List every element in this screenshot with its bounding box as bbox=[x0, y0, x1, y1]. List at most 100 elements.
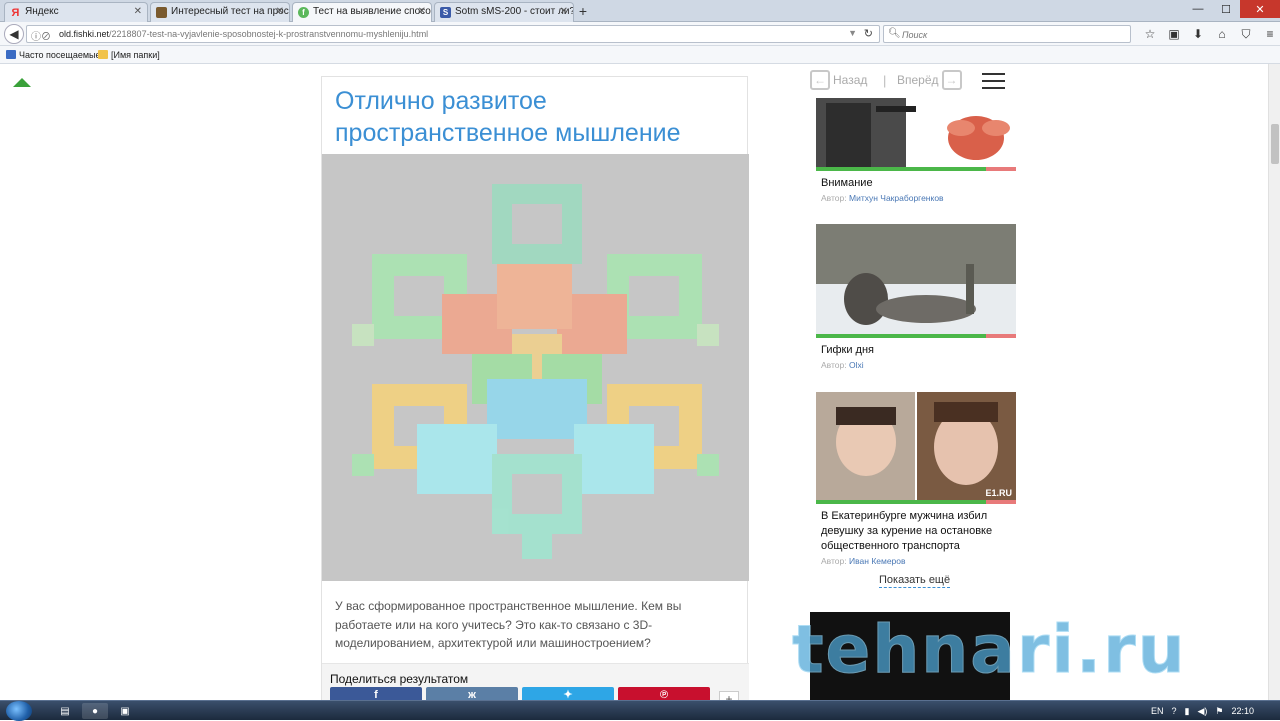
volume-icon[interactable]: ◀) bbox=[1197, 706, 1207, 717]
arrow-left-icon: ← bbox=[810, 70, 830, 90]
clock[interactable]: 22:10 bbox=[1231, 706, 1254, 716]
fishki-icon: f bbox=[298, 7, 309, 18]
share-vk-button[interactable]: ж bbox=[426, 687, 518, 700]
author-link[interactable]: Иван Кемеров bbox=[849, 556, 906, 566]
snowflake-cubes-illustration bbox=[352, 184, 719, 559]
close-icon[interactable]: ✕ bbox=[276, 3, 284, 21]
share-section: Поделиться результатом f ж ✦ ℗ + bbox=[322, 663, 749, 700]
info-icon[interactable]: ⓘ⊘ bbox=[31, 28, 51, 43]
bookmark-icon bbox=[6, 50, 16, 59]
star-icon[interactable]: ☆ bbox=[1138, 26, 1162, 42]
tab-sotm[interactable]: S Sotm sMS-200 - стоит ли? ✕ bbox=[434, 2, 574, 22]
close-window-icon[interactable]: ✕ bbox=[1240, 0, 1280, 18]
share-facebook-button[interactable]: f bbox=[330, 687, 422, 700]
show-more-link[interactable]: Показать ещё bbox=[879, 574, 951, 588]
bookmark-most-visited[interactable]: Часто посещаемые bbox=[6, 50, 101, 60]
photo-image bbox=[816, 224, 1016, 338]
author-link[interactable]: Olxi bbox=[849, 360, 864, 370]
navigation-bar: ◀ ⓘ⊘ old.fishki.net/2218807-test-na-vyja… bbox=[0, 22, 1280, 46]
author-prefix: Автор: bbox=[821, 556, 847, 566]
explorer-icon[interactable]: ▤ bbox=[52, 703, 78, 719]
firefox-icon[interactable]: ● bbox=[82, 703, 108, 719]
tab-test-interesting[interactable]: Интересный тест на прос... ✕ bbox=[150, 2, 290, 22]
scrollbar[interactable] bbox=[1268, 64, 1280, 700]
start-button[interactable] bbox=[6, 701, 32, 721]
next-label: Вперёд bbox=[897, 73, 939, 87]
close-icon[interactable]: ✕ bbox=[418, 3, 426, 21]
previous-article-button[interactable]: ← Назад bbox=[810, 70, 867, 90]
sidebar-item-news[interactable]: E1.RU В Екатеринбурге мужчина избил деву… bbox=[816, 392, 1016, 566]
item-title[interactable]: Внимание bbox=[816, 176, 1016, 191]
bookmark-label: [Имя папки] bbox=[111, 50, 160, 60]
arrow-right-icon: → bbox=[941, 70, 962, 90]
photo-image bbox=[816, 98, 1010, 171]
back-button[interactable]: ◀ bbox=[4, 24, 24, 44]
pocket-icon[interactable]: ⛉ bbox=[1234, 26, 1258, 42]
result-card: Отлично развитое пространственное мышлен… bbox=[321, 76, 749, 700]
search-icon: 🔍︎ bbox=[888, 28, 901, 39]
folder-icon bbox=[98, 50, 108, 59]
item-thumbnail bbox=[816, 224, 1016, 338]
window-controls: — ☐ ✕ bbox=[1184, 0, 1280, 18]
maximize-icon[interactable]: ☐ bbox=[1212, 0, 1240, 18]
share-title: Поделиться результатом bbox=[330, 672, 469, 686]
nav-separator: | bbox=[883, 73, 887, 88]
help-icon[interactable]: ? bbox=[1172, 706, 1177, 716]
tab-label: Тест на выявление спосо... bbox=[313, 6, 432, 17]
bookmark-folder[interactable]: [Имя папки] bbox=[98, 50, 160, 60]
tab-label: Интересный тест на прос... bbox=[171, 6, 290, 17]
home-icon[interactable]: ⌂ bbox=[1210, 26, 1234, 42]
site-icon bbox=[156, 7, 167, 18]
url-text[interactable]: old.fishki.net/2218807-test-na-vyjavleni… bbox=[59, 29, 428, 39]
item-title[interactable]: В Екатеринбурге мужчина избил девушку за… bbox=[816, 509, 1016, 554]
result-image bbox=[322, 154, 749, 581]
tab-test-active[interactable]: f Тест на выявление спосо... ✕ bbox=[292, 2, 432, 23]
rating-bar bbox=[816, 167, 1016, 171]
system-tray: EN ? ▮ ◀) ⚑ 22:10 bbox=[1147, 701, 1280, 721]
author-link[interactable]: Митхун Чакраборгенков bbox=[849, 193, 944, 203]
author-prefix: Автор: bbox=[821, 193, 847, 203]
network-icon[interactable]: ▮ bbox=[1185, 706, 1190, 717]
pinterest-icon: ℗ bbox=[659, 689, 669, 700]
reload-icon[interactable]: ↻ bbox=[864, 27, 873, 40]
share-pinterest-button[interactable]: ℗ bbox=[618, 687, 710, 700]
clipboard-icon[interactable]: ▣ bbox=[1162, 26, 1186, 42]
sidebar-item-gifs[interactable]: Гифки дня Автор: Olxi bbox=[816, 224, 1016, 370]
sidebar-item-attention[interactable]: Внимание Автор: Митхун Чакраборгенков bbox=[816, 98, 1016, 203]
toolbar-icons: ☆ ▣ ⬇ ⌂ ⛉ ≡ bbox=[1138, 26, 1280, 42]
taskbar: ▤ ● ▣ EN ? ▮ ◀) ⚑ 22:10 bbox=[0, 700, 1280, 721]
language-indicator[interactable]: EN bbox=[1151, 706, 1164, 716]
article-navigation: ← Назад | Вперёд → bbox=[810, 70, 1010, 94]
minimize-icon[interactable]: — bbox=[1184, 0, 1212, 18]
flag-icon[interactable]: ⚑ bbox=[1215, 706, 1223, 717]
item-title[interactable]: Гифки дня bbox=[816, 343, 1016, 358]
close-icon[interactable]: ✕ bbox=[134, 3, 142, 21]
item-thumbnail: E1.RU bbox=[816, 392, 1016, 504]
tab-yandex[interactable]: Я Яндекс ✕ bbox=[4, 2, 148, 22]
dropdown-icon[interactable]: ▼ bbox=[848, 28, 857, 38]
next-article-button[interactable]: Вперёд → bbox=[897, 70, 962, 90]
item-thumbnail bbox=[816, 98, 1016, 171]
download-icon[interactable]: ⬇ bbox=[1186, 26, 1210, 42]
vk-icon: ж bbox=[468, 689, 476, 700]
share-more-button[interactable]: + bbox=[719, 691, 739, 700]
tab-label: Яндекс bbox=[25, 6, 59, 17]
scroll-top-icon[interactable] bbox=[13, 78, 31, 87]
app-icon[interactable]: ▣ bbox=[112, 703, 138, 719]
search-input[interactable] bbox=[902, 28, 1122, 41]
hamburger-menu-icon[interactable] bbox=[982, 73, 1005, 89]
url-path: /2218807-test-na-vyjavlenie-sposobnostej… bbox=[109, 29, 429, 39]
close-icon[interactable]: ✕ bbox=[560, 3, 568, 21]
item-author: Автор: Olxi bbox=[816, 360, 1016, 370]
url-bar[interactable]: ⓘ⊘ old.fishki.net/2218807-test-na-vyjavl… bbox=[26, 25, 880, 43]
twitter-icon: ✦ bbox=[563, 689, 573, 700]
page-content: Отлично развитое пространственное мышлен… bbox=[0, 64, 1280, 700]
new-tab-button[interactable]: + bbox=[576, 2, 590, 20]
rating-bar bbox=[816, 500, 1016, 504]
scrollbar-thumb[interactable] bbox=[1271, 124, 1279, 164]
tab-label: Sotm sMS-200 - стоит ли? bbox=[455, 6, 574, 17]
share-twitter-button[interactable]: ✦ bbox=[522, 687, 614, 700]
yandex-icon: Я bbox=[11, 6, 20, 19]
menu-icon[interactable]: ≡ bbox=[1258, 26, 1280, 42]
search-bar[interactable]: 🔍︎ bbox=[883, 25, 1131, 43]
